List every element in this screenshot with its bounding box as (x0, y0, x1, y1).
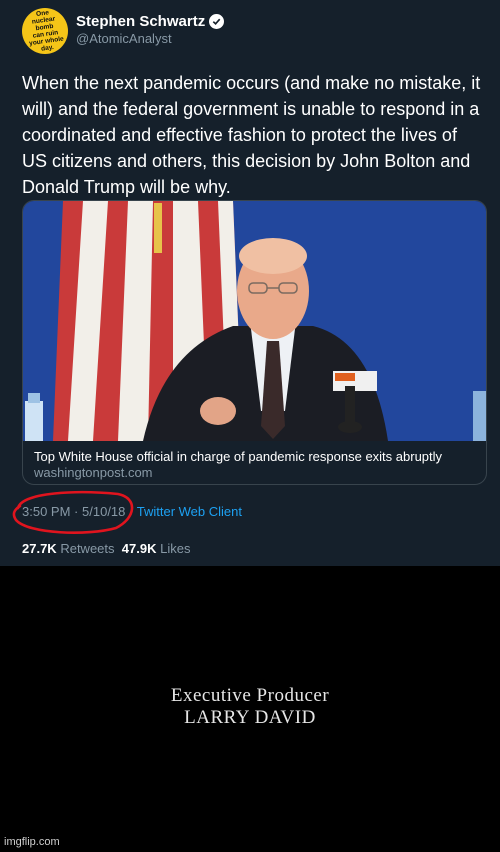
end-credits: Executive Producer LARRY DAVID (0, 685, 500, 729)
watermark: imgflip.com (4, 836, 60, 848)
display-name-text: Stephen Schwartz (76, 13, 206, 30)
credits-line-role: Executive Producer (170, 685, 330, 706)
user-handle[interactable]: @AtomicAnalyst (76, 31, 172, 46)
card-title[interactable]: Top White House official in charge of pa… (34, 449, 442, 464)
tweet-panel: One nuclear bomb can ruin your whole day… (0, 0, 500, 566)
tweet-stats: 27.7K Retweets 47.9K Likes (22, 541, 190, 556)
link-card[interactable]: Top White House official in charge of pa… (22, 200, 487, 485)
retweets-count[interactable]: 27.7K (22, 541, 57, 556)
card-domain: washingtonpost.com (34, 465, 153, 480)
article-photo (23, 201, 486, 441)
red-circle-annotation (12, 490, 134, 534)
display-name[interactable]: Stephen Schwartz (76, 13, 225, 30)
tweet-text: When the next pandemic occurs (and make … (22, 73, 481, 197)
avatar[interactable]: One nuclear bomb can ruin your whole day… (22, 8, 68, 54)
client-link[interactable]: Twitter Web Client (137, 504, 242, 519)
likes-count[interactable]: 47.9K (122, 541, 157, 556)
retweets-label: Retweets (60, 541, 115, 556)
verified-badge-icon (209, 14, 225, 29)
avatar-text: One nuclear bomb can ruin your whole day… (28, 9, 65, 53)
credits-line-name: LARRY DAVID (184, 707, 316, 728)
likes-label: Likes (160, 541, 191, 556)
